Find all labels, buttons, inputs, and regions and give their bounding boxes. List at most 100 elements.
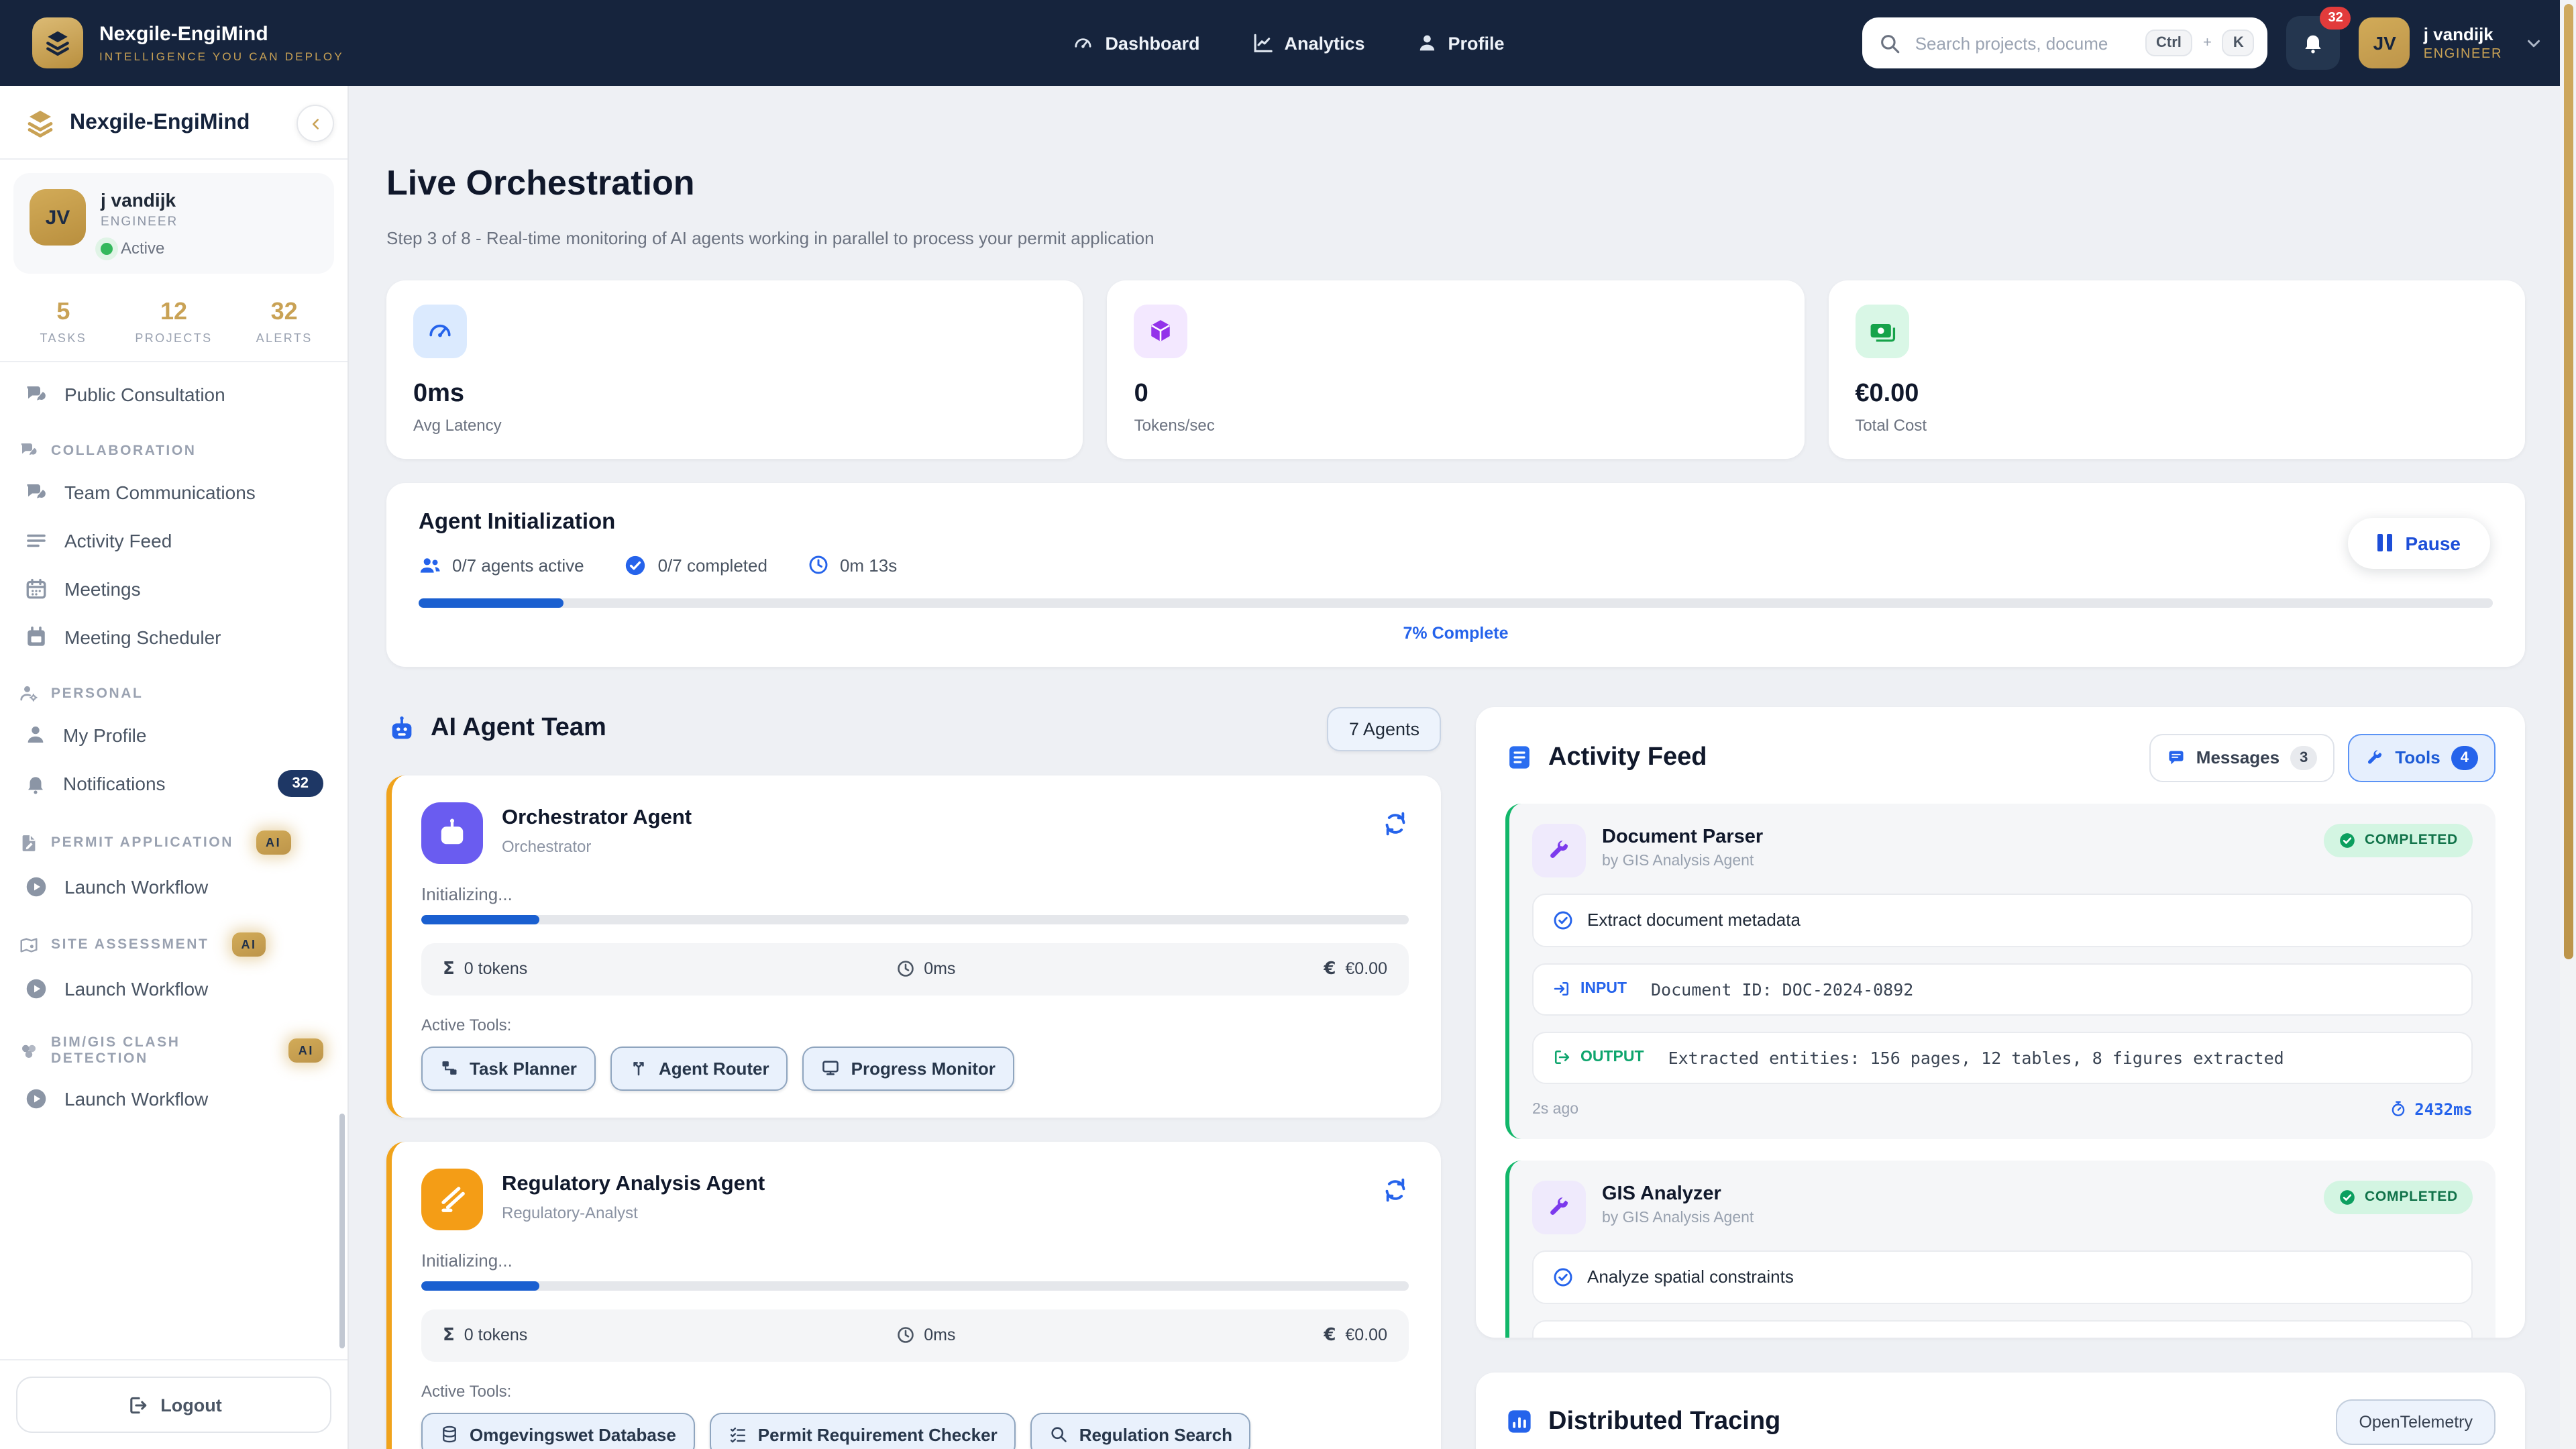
page-subtitle: Step 3 of 8 - Real-time monitoring of AI… (386, 227, 1155, 248)
sidebar-collapse-button[interactable] (297, 105, 334, 142)
clock-icon (896, 1326, 914, 1345)
bell-icon (24, 772, 47, 795)
tab-tools[interactable]: Tools 4 (2348, 733, 2496, 782)
notifications-button[interactable]: 32 (2286, 7, 2351, 70)
tool-agent-router[interactable]: Agent Router (610, 1046, 788, 1091)
nav-analytics[interactable]: Analytics (1250, 32, 1365, 54)
sidebar-stats: 5 TASKS 12 PROJECTS 32 ALERTS (0, 287, 347, 362)
kbd-k: K (2222, 30, 2255, 56)
kbd-ctrl: Ctrl (2145, 30, 2192, 56)
active-tools-label: Active Tools: (421, 1015, 512, 1034)
chevron-down-icon (2524, 33, 2544, 53)
nav-profile[interactable]: Profile (1416, 32, 1505, 54)
agent-stats-bar: Σ 0 tokens 0ms € €0.00 (421, 1309, 1409, 1362)
agent-team-column: AI Agent Team 7 Agents Orchestrator Agen… (386, 706, 1441, 1449)
agent-name: Orchestrator Agent (502, 806, 692, 829)
task-row: Analyze spatial constraints (1532, 1250, 2473, 1304)
sidebar-item-label: Public Consultation (64, 384, 225, 405)
sidebar-item-activity-feed[interactable]: Activity Feed (0, 517, 347, 565)
top-nav: Dashboard Analytics Profile (1071, 32, 1505, 54)
activity-feed-panel: Activity Feed Messages 3 Tools 4 Documen… (1476, 706, 2525, 1338)
agent-cost: €0.00 (1345, 959, 1387, 979)
search-icon (1050, 1426, 1069, 1444)
chat-icon (24, 382, 48, 407)
output-value: Extracted entities: 156 pages, 12 tables… (1668, 1047, 2284, 1068)
opentelemetry-badge[interactable]: OpenTelemetry (2336, 1399, 2496, 1445)
stat-cards-row: 0ms Avg Latency 0 Tokens/sec €0.00 Total… (386, 280, 2525, 459)
clock-icon (896, 960, 914, 979)
stat-tasks-label: TASKS (40, 331, 87, 345)
euro-icon: € (1324, 959, 1336, 979)
sidebar-item-launch-workflow-permit[interactable]: Launch Workflow (0, 863, 347, 911)
sidebar-user-name: j vandijk (101, 189, 176, 211)
user-menu[interactable]: JV j vandijk ENGINEER (2359, 17, 2544, 68)
monitor-icon (822, 1059, 841, 1078)
sidebar-item-notifications[interactable]: Notifications 32 (0, 758, 347, 809)
file-pen-icon (19, 833, 39, 853)
agent-tokens: 0 tokens (464, 1326, 528, 1345)
section-personal: PERSONAL (0, 661, 347, 711)
stat-label: Avg Latency (413, 415, 502, 435)
user-icon (1416, 32, 1438, 54)
output-row: OUTPUT Extracted entities: 156 pages, 12… (1532, 1031, 2473, 1084)
activity-feed-title: Activity Feed (1548, 743, 1707, 771)
agent-tokens: 0 tokens (464, 959, 528, 979)
pause-button[interactable]: Pause (2347, 517, 2490, 569)
ai-badge: AI (231, 932, 266, 957)
check-circle-outline-icon (1552, 1267, 1574, 1288)
check-circle-outline-icon (1552, 910, 1574, 931)
stat-value: 0 (1134, 379, 1148, 408)
ai-badge: AI (256, 830, 291, 855)
output-icon (1552, 1049, 1571, 1067)
tool-progress-monitor[interactable]: Progress Monitor (802, 1046, 1014, 1091)
search-box[interactable]: Ctrl + K (1862, 17, 2268, 68)
stat-card-cost: €0.00 Total Cost (1828, 280, 2525, 459)
elapsed-time: 0m 13s (839, 555, 898, 576)
activity-column: Activity Feed Messages 3 Tools 4 Documen… (1476, 706, 2525, 1449)
agent-latency: 0ms (924, 959, 956, 979)
route-icon (629, 1059, 648, 1078)
checklist-icon (729, 1426, 747, 1444)
refresh-icon[interactable] (1382, 810, 1409, 837)
gauge-icon (1071, 32, 1094, 54)
chevron-left-icon (307, 115, 324, 132)
window-scrollbar-thumb[interactable] (2563, 4, 2573, 959)
calendar-icon (24, 625, 48, 649)
sidebar-user-role: ENGINEER (101, 215, 178, 229)
stat-alerts-value: 32 (270, 298, 298, 325)
search-input[interactable] (1912, 32, 2135, 54)
check-circle-icon (2339, 1189, 2357, 1206)
tool-permit-requirement-checker[interactable]: Permit Requirement Checker (709, 1412, 1016, 1449)
sidebar-scrollbar[interactable] (339, 1114, 345, 1348)
pause-icon (2377, 534, 2392, 552)
user-gear-icon (19, 683, 39, 703)
init-progress-track (419, 598, 2493, 608)
section-permit-application: PERMIT APPLICATION AI (0, 809, 347, 863)
tracing-title: Distributed Tracing (1548, 1407, 1781, 1436)
sidebar-item-meetings[interactable]: Meetings (0, 565, 347, 613)
refresh-icon[interactable] (1382, 1177, 1409, 1203)
sidebar-item-public-consultation[interactable]: Public Consultation (0, 370, 347, 419)
agent-role: Regulatory-Analyst (502, 1203, 638, 1222)
tool-regulation-search[interactable]: Regulation Search (1030, 1412, 1251, 1449)
tool-task-planner[interactable]: Task Planner (421, 1046, 596, 1091)
stat-tasks-value: 5 (56, 298, 70, 325)
sidebar-item-team-communications[interactable]: Team Communications (0, 468, 347, 517)
init-title: Agent Initialization (419, 509, 616, 534)
sidebar-item-meeting-scheduler[interactable]: Meeting Scheduler (0, 613, 347, 661)
nav-dashboard[interactable]: Dashboard (1071, 32, 1199, 54)
stat-card-latency: 0ms Avg Latency (386, 280, 1083, 459)
stopwatch-icon (2389, 1101, 2406, 1118)
logout-button[interactable]: Logout (16, 1377, 331, 1433)
list-lines-icon (24, 529, 48, 553)
sidebar-item-my-profile[interactable]: My Profile (0, 711, 347, 758)
tab-messages[interactable]: Messages 3 (2149, 733, 2335, 782)
gauge-icon (413, 304, 467, 358)
sidebar-item-launch-workflow-site[interactable]: Launch Workflow (0, 965, 347, 1013)
document-icon (1505, 744, 1534, 772)
sidebar-nav: Public Consultation COLLABORATION Team C… (0, 362, 347, 1123)
tool-omgevingswet-database[interactable]: Omgevingswet Database (421, 1412, 695, 1449)
sidebar-item-launch-workflow-bim[interactable]: Launch Workflow (0, 1075, 347, 1123)
task-text: Analyze spatial constraints (1587, 1267, 1794, 1287)
euro-icon: € (1324, 1325, 1336, 1346)
